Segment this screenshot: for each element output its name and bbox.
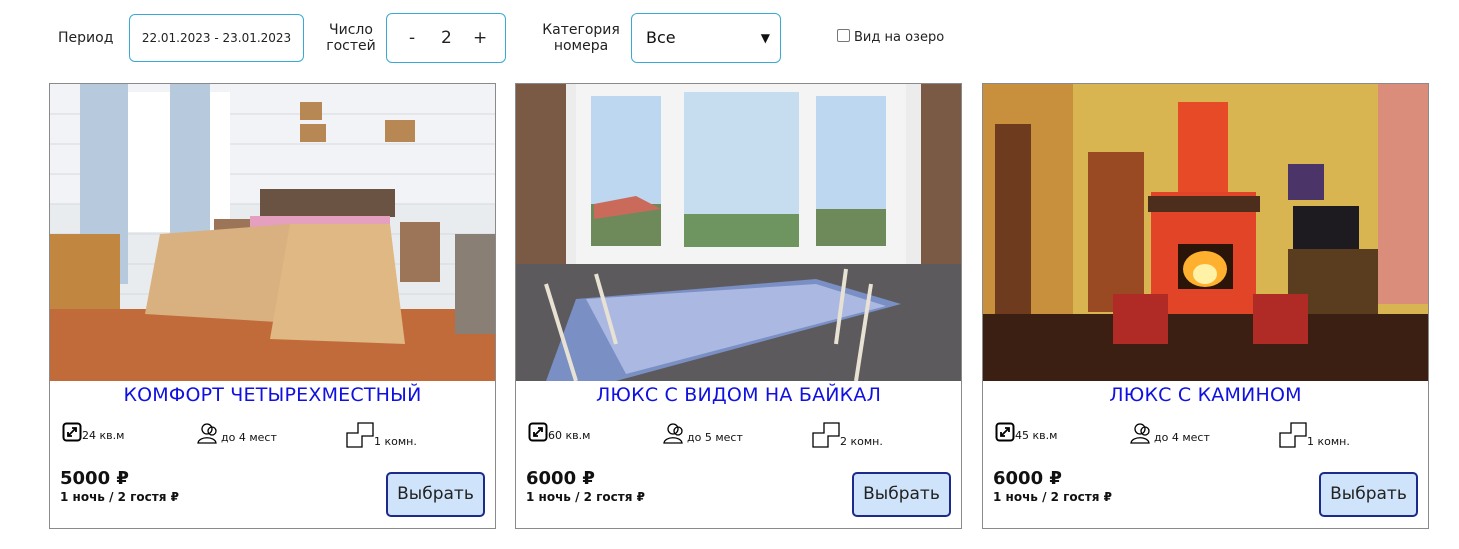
select-room-button[interactable]: Выбрать — [1319, 472, 1418, 517]
room-capacity-value: до 4 мест — [221, 431, 277, 444]
guests-label-line1: Число — [329, 22, 373, 38]
guests-icon — [197, 423, 217, 444]
room-price: 6000 ₽ — [526, 468, 595, 489]
room-photo — [50, 84, 495, 381]
room-count: 1 комн. — [346, 422, 417, 448]
period-date-range-input[interactable]: 22.01.2023 - 23.01.2023 — [129, 14, 304, 62]
room-card: КОМФОРТ ЧЕТЫРЕХМЕСТНЫЙ 24 кв.м до 4 мест… — [49, 83, 496, 529]
category-label-line1: Категория — [542, 22, 620, 38]
chevron-down-icon: ▼ — [760, 31, 770, 45]
room-count-value: 2 комн. — [840, 435, 883, 448]
room-photo — [516, 84, 961, 381]
select-room-button[interactable]: Выбрать — [386, 472, 485, 517]
room-area-value: 45 кв.м — [1015, 429, 1058, 442]
room-price-note: 1 ночь / 2 гостя ₽ — [526, 490, 645, 504]
select-room-button[interactable]: Выбрать — [852, 472, 951, 517]
period-label: Период — [58, 30, 114, 46]
room-price: 5000 ₽ — [60, 468, 129, 489]
lake-view-label: Вид на озеро — [854, 30, 945, 45]
guests-increment-button[interactable]: + — [473, 14, 487, 62]
room-title: ЛЮКС С КАМИНОМ — [1109, 384, 1302, 406]
room-price-note: 1 ночь / 2 гостя ₽ — [60, 490, 179, 504]
guests-icon — [1130, 423, 1150, 444]
rooms-icon — [346, 422, 374, 448]
room-capacity-value: до 5 мест — [687, 431, 743, 444]
area-icon — [62, 422, 82, 442]
category-label: Категория номера — [538, 22, 624, 54]
room-area: 60 кв.м — [528, 422, 590, 442]
room-capacity-value: до 4 мест — [1154, 431, 1210, 444]
guests-icon — [663, 423, 683, 444]
room-count-value: 1 комн. — [374, 435, 417, 448]
rooms-icon — [1279, 422, 1307, 448]
guests-stepper: - 2 + — [386, 13, 506, 63]
area-icon — [528, 422, 548, 442]
room-price-note: 1 ночь / 2 гостя ₽ — [993, 490, 1112, 504]
room-capacity: до 4 мест — [1130, 422, 1210, 444]
room-capacity: до 5 мест — [663, 422, 743, 444]
room-count: 2 комн. — [812, 422, 883, 448]
room-photo — [983, 84, 1428, 381]
room-area-value: 60 кв.м — [548, 429, 591, 442]
rooms-icon — [812, 422, 840, 448]
room-area: 45 кв.м — [995, 422, 1057, 442]
room-card: ЛЮКС С ВИДОМ НА БАЙКАЛ 60 кв.м до 5 мест… — [515, 83, 962, 529]
room-title: КОМФОРТ ЧЕТЫРЕХМЕСТНЫЙ — [123, 384, 422, 406]
room-count-value: 1 комн. — [1307, 435, 1350, 448]
room-card: ЛЮКС С КАМИНОМ 45 кв.м до 4 мест 1 комн.… — [982, 83, 1429, 529]
room-count: 1 комн. — [1279, 422, 1350, 448]
room-title: ЛЮКС С ВИДОМ НА БАЙКАЛ — [595, 384, 882, 406]
guests-decrement-button[interactable]: - — [409, 14, 415, 62]
guests-label-line2: гостей — [326, 38, 376, 54]
filter-bar: Период 22.01.2023 - 23.01.2023 Число гос… — [0, 0, 1459, 75]
room-capacity: до 4 мест — [197, 422, 277, 444]
category-selected-value: Все — [646, 28, 676, 47]
lake-view-filter[interactable]: Вид на озеро — [837, 29, 944, 46]
room-area: 24 кв.м — [62, 422, 124, 442]
area-icon — [995, 422, 1015, 442]
category-select[interactable]: Все ▼ — [631, 13, 781, 63]
guests-count-value: 2 — [441, 28, 452, 48]
room-price: 6000 ₽ — [993, 468, 1062, 489]
lake-view-checkbox[interactable] — [837, 29, 850, 42]
category-label-line2: номера — [553, 38, 609, 54]
guests-label: Число гостей — [322, 22, 380, 54]
room-area-value: 24 кв.м — [82, 429, 125, 442]
